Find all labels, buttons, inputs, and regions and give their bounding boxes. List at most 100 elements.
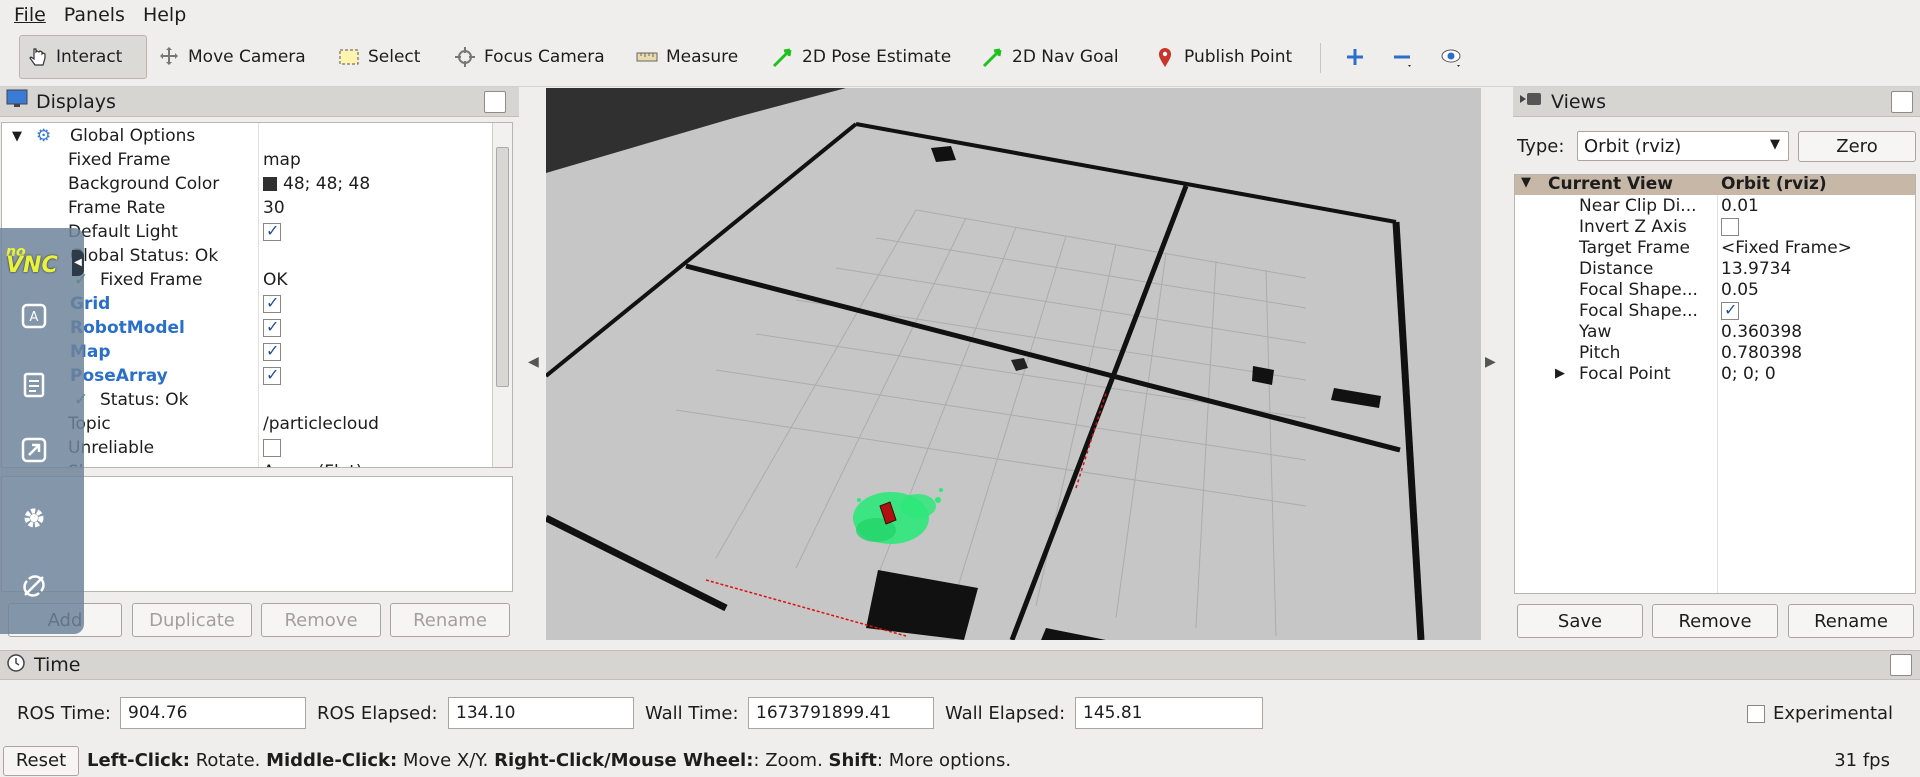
display-row-value: map: [263, 150, 301, 170]
wall-time-field[interactable]: 1673791899.41: [748, 697, 934, 729]
view-property-name: Target Frame: [1579, 237, 1690, 258]
displays-title-bar: Displays: [0, 87, 519, 117]
view-property-row[interactable]: ▶ Focal Point 0; 0; 0: [1515, 363, 1915, 384]
view-checkbox[interactable]: [1721, 217, 1739, 236]
view-property-row[interactable]: Pitch 0.780398: [1515, 342, 1915, 363]
display-row-value: [263, 221, 281, 242]
save-view-button[interactable]: Save: [1517, 604, 1643, 638]
duplicate-display-button[interactable]: Duplicate: [132, 603, 252, 637]
display-checkbox[interactable]: [263, 365, 281, 385]
menu-file[interactable]: File: [14, 4, 46, 26]
display-row-value: /particlecloud: [263, 414, 379, 434]
minus-icon: [1391, 46, 1413, 68]
display-checkbox[interactable]: [263, 439, 281, 457]
view-property-row[interactable]: Invert Z Axis: [1515, 216, 1915, 237]
display-row-name: Default Light: [68, 222, 178, 242]
publish-point-tool[interactable]: Publish Point: [1148, 35, 1298, 79]
ros-elapsed-field[interactable]: 134.10: [448, 697, 634, 729]
interact-tool[interactable]: Interact: [19, 35, 147, 79]
pose-estimate-tool[interactable]: 2D Pose Estimate: [766, 35, 957, 79]
rename-display-button[interactable]: Rename: [390, 603, 510, 637]
toolbar-separator: [1320, 43, 1321, 73]
view-property-row[interactable]: Focal Shape...: [1515, 300, 1915, 321]
view-property-name: Focal Shape...: [1579, 300, 1698, 321]
view-property-row[interactable]: Distance 13.9734: [1515, 258, 1915, 279]
view-property-name: Distance: [1579, 258, 1654, 279]
view-property-value: 0; 0; 0: [1721, 364, 1776, 384]
view-property-row[interactable]: Focal Shape... 0.05: [1515, 279, 1915, 300]
value-text: /particlecloud: [263, 414, 379, 434]
rename-view-button[interactable]: Rename: [1788, 604, 1914, 638]
display-row-value: [263, 293, 281, 314]
expand-arrow-icon[interactable]: ▶: [1555, 366, 1565, 381]
focus-camera-tool[interactable]: Focus Camera: [448, 35, 611, 79]
fullscreen-icon[interactable]: [12, 428, 56, 472]
nav-goal-tool[interactable]: 2D Nav Goal: [976, 35, 1125, 79]
panel-visibility-button[interactable]: [1434, 35, 1468, 79]
display-checkbox[interactable]: [263, 293, 281, 313]
menu-help[interactable]: Help: [143, 4, 186, 26]
view-checkbox[interactable]: [1721, 300, 1739, 320]
view-property-value: 0.780398: [1721, 343, 1802, 363]
settings-icon[interactable]: [12, 496, 56, 540]
keyboard-icon[interactable]: A: [12, 294, 56, 338]
wall-elapsed-field[interactable]: 145.81: [1075, 697, 1263, 729]
right-collapse-arrow[interactable]: ▶: [1485, 354, 1496, 370]
display-row[interactable]: ▼ ⚙ Global Options: [2, 124, 512, 148]
experimental-checkbox[interactable]: [1747, 705, 1765, 723]
clipboard-icon[interactable]: [12, 362, 56, 406]
zero-view-button[interactable]: Zero: [1798, 131, 1916, 162]
display-row-name: Fixed Frame: [100, 270, 203, 290]
remove-view-button[interactable]: Remove: [1652, 604, 1778, 638]
display-checkbox[interactable]: [263, 341, 281, 361]
displays-float-button[interactable]: [484, 91, 506, 113]
value-text: 0.01: [1721, 195, 1759, 216]
collapse-arrow-icon[interactable]: ▼: [12, 129, 22, 144]
display-row-value: 30: [263, 198, 285, 218]
display-row[interactable]: Background Color 48; 48; 48: [2, 172, 512, 196]
3d-render-viewport[interactable]: [546, 88, 1481, 640]
view-property-row[interactable]: Target Frame <Fixed Frame>: [1515, 237, 1915, 258]
value-text: OK: [263, 270, 288, 290]
views-tree: ▼ Current View Orbit (rviz) Near Clip Di…: [1514, 174, 1916, 594]
value-text: 13.9734: [1721, 258, 1792, 279]
view-property-value: [1721, 300, 1739, 321]
display-row-name: Global Options: [70, 126, 196, 146]
display-row-name: Frame Rate: [68, 198, 166, 218]
remove-tool-button[interactable]: [1385, 35, 1419, 79]
views-float-button[interactable]: [1891, 91, 1913, 113]
time-float-button[interactable]: [1890, 654, 1912, 676]
green-arrow-icon: [772, 46, 794, 68]
ros-time-field[interactable]: 904.76: [120, 697, 306, 729]
view-property-row[interactable]: Near Clip Di... 0.01: [1515, 195, 1915, 216]
novnc-handle[interactable]: ◀: [72, 250, 84, 276]
display-checkbox[interactable]: [263, 221, 281, 241]
display-row[interactable]: Frame Rate 30: [2, 196, 512, 220]
current-view-header[interactable]: ▼ Current View Orbit (rviz): [1515, 175, 1915, 195]
view-property-name: Invert Z Axis: [1579, 216, 1687, 237]
value-text: Arrow (Flat): [263, 462, 363, 467]
measure-tool[interactable]: Measure: [630, 35, 744, 79]
disconnect-icon[interactable]: [12, 564, 56, 608]
add-tool-button[interactable]: [1338, 35, 1372, 79]
value-text: 0.360398: [1721, 321, 1803, 342]
left-collapse-arrow[interactable]: ◀: [528, 354, 539, 370]
status-bar: Reset Left-Click: Rotate. Middle-Click: …: [0, 744, 1920, 777]
view-property-value: 13.9734: [1721, 259, 1791, 279]
display-checkbox[interactable]: [263, 317, 281, 337]
move-camera-tool[interactable]: Move Camera: [152, 35, 312, 79]
chevron-down-icon: ▼: [1770, 137, 1780, 152]
view-property-name: Pitch: [1579, 342, 1621, 363]
view-type-select[interactable]: Orbit (rviz) ▼: [1577, 131, 1789, 161]
select-tool[interactable]: Select: [332, 35, 426, 79]
color-swatch[interactable]: [263, 177, 277, 191]
remove-display-button[interactable]: Remove: [261, 603, 381, 637]
display-row-value: [263, 365, 281, 386]
experimental-label: Experimental: [1773, 703, 1894, 724]
display-row-name: Global Status: Ok: [70, 246, 219, 266]
map-scene: [546, 88, 1481, 640]
reset-button[interactable]: Reset: [3, 745, 79, 776]
display-row[interactable]: Fixed Frame map: [2, 148, 512, 172]
view-property-row[interactable]: Yaw 0.360398: [1515, 321, 1915, 342]
menu-panels[interactable]: Panels: [64, 4, 125, 26]
